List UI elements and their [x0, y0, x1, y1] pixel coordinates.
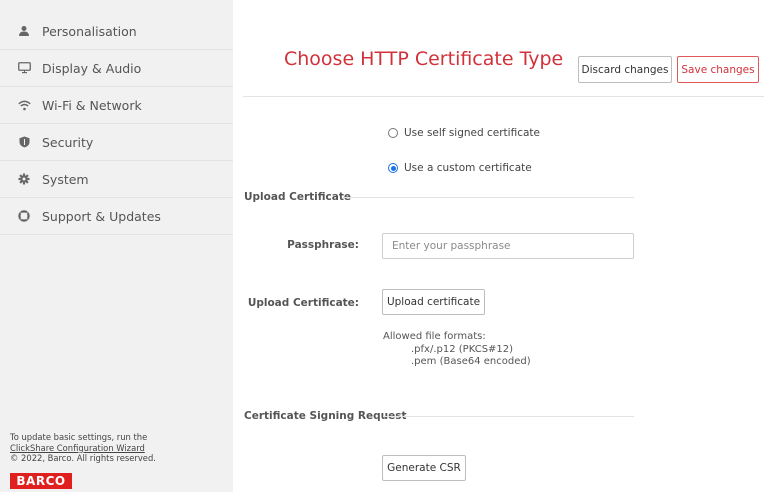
- sidebar-item-wifi-network[interactable]: Wi-Fi & Network: [0, 87, 233, 124]
- header-divider: [243, 96, 764, 97]
- self-signed-label: Use self signed certificate: [404, 127, 540, 139]
- custom-certificate-option[interactable]: Use a custom certificate: [388, 162, 532, 174]
- sidebar-item-label: Display & Audio: [42, 60, 142, 76]
- barco-logo: BARCO: [10, 473, 72, 489]
- passphrase-input[interactable]: [382, 233, 634, 259]
- section-divider: [343, 197, 634, 198]
- sidebar-item-label: Personalisation: [42, 23, 137, 39]
- gear-icon: [17, 172, 31, 186]
- sidebar-item-label: Security: [42, 134, 94, 150]
- upload-certificate-section-title: Upload Certificate: [244, 191, 351, 203]
- generate-csr-button[interactable]: Generate CSR: [382, 455, 466, 481]
- sidebar-footer: To update basic settings, run the ClickS…: [10, 432, 156, 464]
- shield-icon: [17, 135, 31, 149]
- sidebar-item-display-audio[interactable]: Display & Audio: [0, 50, 233, 87]
- sidebar: Personalisation Display & Audio Wi-Fi & …: [0, 0, 233, 492]
- monitor-icon: [17, 61, 31, 75]
- custom-certificate-radio[interactable]: [388, 163, 398, 173]
- sidebar-item-system[interactable]: System: [0, 161, 233, 198]
- self-signed-option[interactable]: Use self signed certificate: [388, 127, 540, 139]
- page-title: Choose HTTP Certificate Type: [284, 48, 564, 70]
- footer-text: To update basic settings, run the: [10, 432, 148, 442]
- sidebar-item-support-updates[interactable]: Support & Updates: [0, 198, 233, 235]
- section-divider: [383, 416, 634, 417]
- sidebar-item-personalisation[interactable]: Personalisation: [0, 13, 233, 50]
- upload-certificate-button[interactable]: Upload certificate: [382, 289, 485, 315]
- person-icon: [17, 24, 31, 38]
- allowed-formats: Allowed file formats: .pfx/.p12 (PKCS#12…: [383, 331, 531, 369]
- format-item: .pem (Base64 encoded): [411, 356, 531, 367]
- passphrase-label: Passphrase:: [287, 239, 359, 251]
- self-signed-radio[interactable]: [388, 128, 398, 138]
- discard-changes-button[interactable]: Discard changes: [578, 56, 672, 83]
- sidebar-item-label: Wi-Fi & Network: [42, 97, 142, 113]
- save-changes-button[interactable]: Save changes: [677, 56, 759, 83]
- copyright-text: © 2022, Barco. All rights reserved.: [10, 453, 156, 463]
- wifi-icon: [17, 98, 31, 112]
- sidebar-item-label: System: [42, 171, 89, 187]
- custom-certificate-label: Use a custom certificate: [404, 162, 532, 174]
- sidebar-item-label: Support & Updates: [42, 208, 161, 224]
- configuration-wizard-link[interactable]: ClickShare Configuration Wizard: [10, 443, 156, 454]
- lifebuoy-icon: [17, 209, 31, 223]
- format-item: .pfx/.p12 (PKCS#12): [411, 343, 514, 355]
- upload-certificate-label: Upload Certificate:: [247, 297, 359, 309]
- formats-title: Allowed file formats:: [383, 331, 486, 342]
- sidebar-item-security[interactable]: Security: [0, 124, 233, 161]
